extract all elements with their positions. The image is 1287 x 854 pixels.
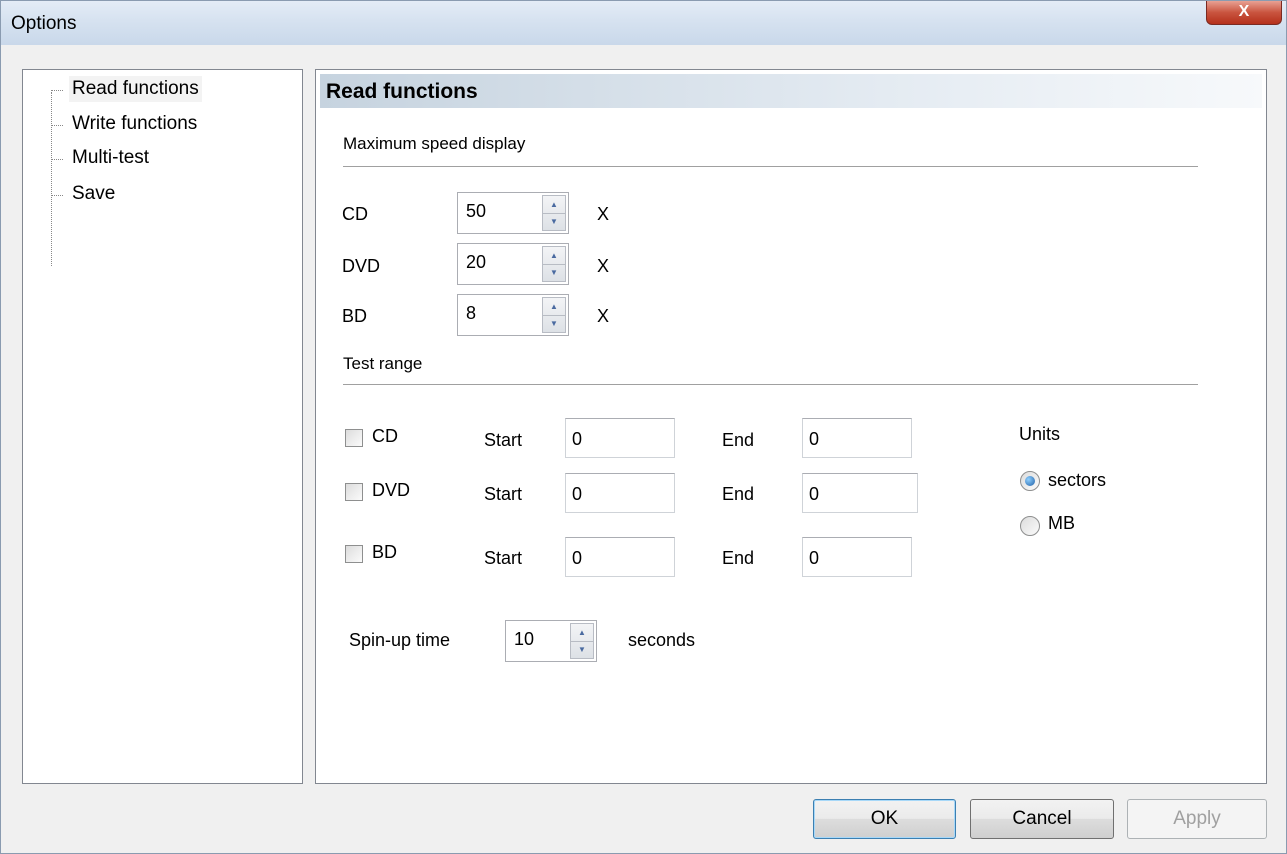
dvd-range-checkbox[interactable]: [345, 483, 363, 501]
bd-speed-spinner[interactable]: 8 ▲ ▼: [457, 294, 569, 336]
units-sectors-label: sectors: [1048, 470, 1107, 490]
bd-end-label: End: [722, 548, 755, 568]
cd-speed-unit: X: [597, 204, 610, 224]
tree-item-label: Save: [72, 183, 116, 204]
units-label: Units: [1019, 424, 1061, 444]
cd-start-label: Start: [484, 430, 523, 450]
cd-start-value: 0: [572, 429, 583, 449]
max-speed-section-title: Maximum speed display: [343, 134, 526, 153]
dvd-start-label: Start: [484, 484, 523, 504]
spinner-buttons[interactable]: ▲ ▼: [542, 246, 566, 282]
spinner-buttons[interactable]: ▲ ▼: [542, 297, 566, 333]
bd-speed-label: BD: [342, 306, 368, 326]
dvd-speed-label: DVD: [342, 256, 381, 276]
settings-panel: Read functions Maximum speed display CD …: [315, 69, 1267, 784]
bd-end-input[interactable]: 0: [802, 537, 912, 577]
spinup-unit: seconds: [628, 630, 696, 650]
spin-up-arrow-icon[interactable]: ▲: [571, 624, 593, 642]
panel-title: Read functions: [326, 80, 478, 103]
spinner-buttons[interactable]: ▲ ▼: [570, 623, 594, 659]
units-mb-label: MB: [1048, 513, 1075, 533]
units-sectors-radio[interactable]: [1020, 471, 1040, 491]
spinup-label: Spin-up time: [349, 630, 451, 650]
dvd-end-input[interactable]: 0: [802, 473, 918, 513]
spin-down-arrow-icon[interactable]: ▼: [543, 264, 565, 281]
cd-end-label: End: [722, 430, 755, 450]
tree-connector-line: [51, 92, 52, 266]
cd-speed-label: CD: [342, 204, 368, 224]
dvd-start-value: 0: [572, 484, 583, 504]
dvd-speed-spinner[interactable]: 20 ▲ ▼: [457, 243, 569, 285]
cd-end-input[interactable]: 0: [802, 418, 912, 458]
cd-range-label: CD: [372, 426, 398, 446]
ok-button[interactable]: OK: [813, 799, 956, 839]
dvd-speed-value: 20: [466, 252, 487, 272]
dvd-range-label: DVD: [372, 480, 411, 500]
title-bar: Options X: [1, 1, 1286, 45]
spin-up-arrow-icon[interactable]: ▲: [543, 298, 565, 316]
apply-button[interactable]: Apply: [1127, 799, 1267, 839]
window-title: Options: [11, 13, 77, 34]
spinup-value: 10: [514, 629, 535, 649]
tree-item-label: Read functions: [69, 76, 202, 102]
cd-range-checkbox[interactable]: [345, 429, 363, 447]
spinner-buttons[interactable]: ▲ ▼: [542, 195, 566, 231]
cancel-button[interactable]: Cancel: [970, 799, 1114, 839]
bd-speed-value: 8: [466, 303, 477, 323]
bd-start-input[interactable]: 0: [565, 537, 675, 577]
cd-end-value: 0: [809, 429, 820, 449]
section-divider: [343, 166, 1198, 167]
spin-up-arrow-icon[interactable]: ▲: [543, 247, 565, 265]
panel-header: Read functions: [320, 74, 1262, 108]
cd-speed-spinner[interactable]: 50 ▲ ▼: [457, 192, 569, 234]
bd-speed-unit: X: [597, 306, 610, 326]
spin-down-arrow-icon[interactable]: ▼: [543, 315, 565, 332]
close-button[interactable]: X: [1206, 1, 1282, 25]
test-range-section-title: Test range: [343, 354, 423, 373]
bd-end-value: 0: [809, 548, 820, 568]
options-dialog: Options X Read functions Write functions…: [0, 0, 1287, 854]
bd-start-value: 0: [572, 548, 583, 568]
cd-speed-value: 50: [466, 201, 487, 221]
tree-item-label: Multi-test: [72, 147, 150, 168]
options-tree: Read functions Write functions Multi-tes…: [22, 69, 303, 784]
section-divider: [343, 384, 1198, 385]
dvd-speed-unit: X: [597, 256, 610, 276]
bd-range-label: BD: [372, 542, 398, 562]
spin-down-arrow-icon[interactable]: ▼: [571, 641, 593, 658]
dvd-end-label: End: [722, 484, 755, 504]
spin-down-arrow-icon[interactable]: ▼: [543, 213, 565, 230]
tree-item-label: Write functions: [72, 113, 198, 134]
dvd-start-input[interactable]: 0: [565, 473, 675, 513]
units-mb-radio[interactable]: [1020, 516, 1040, 536]
cd-start-input[interactable]: 0: [565, 418, 675, 458]
bd-start-label: Start: [484, 548, 523, 568]
spin-up-arrow-icon[interactable]: ▲: [543, 196, 565, 214]
bd-range-checkbox[interactable]: [345, 545, 363, 563]
dvd-end-value: 0: [809, 484, 820, 504]
spinup-spinner[interactable]: 10 ▲ ▼: [505, 620, 597, 662]
